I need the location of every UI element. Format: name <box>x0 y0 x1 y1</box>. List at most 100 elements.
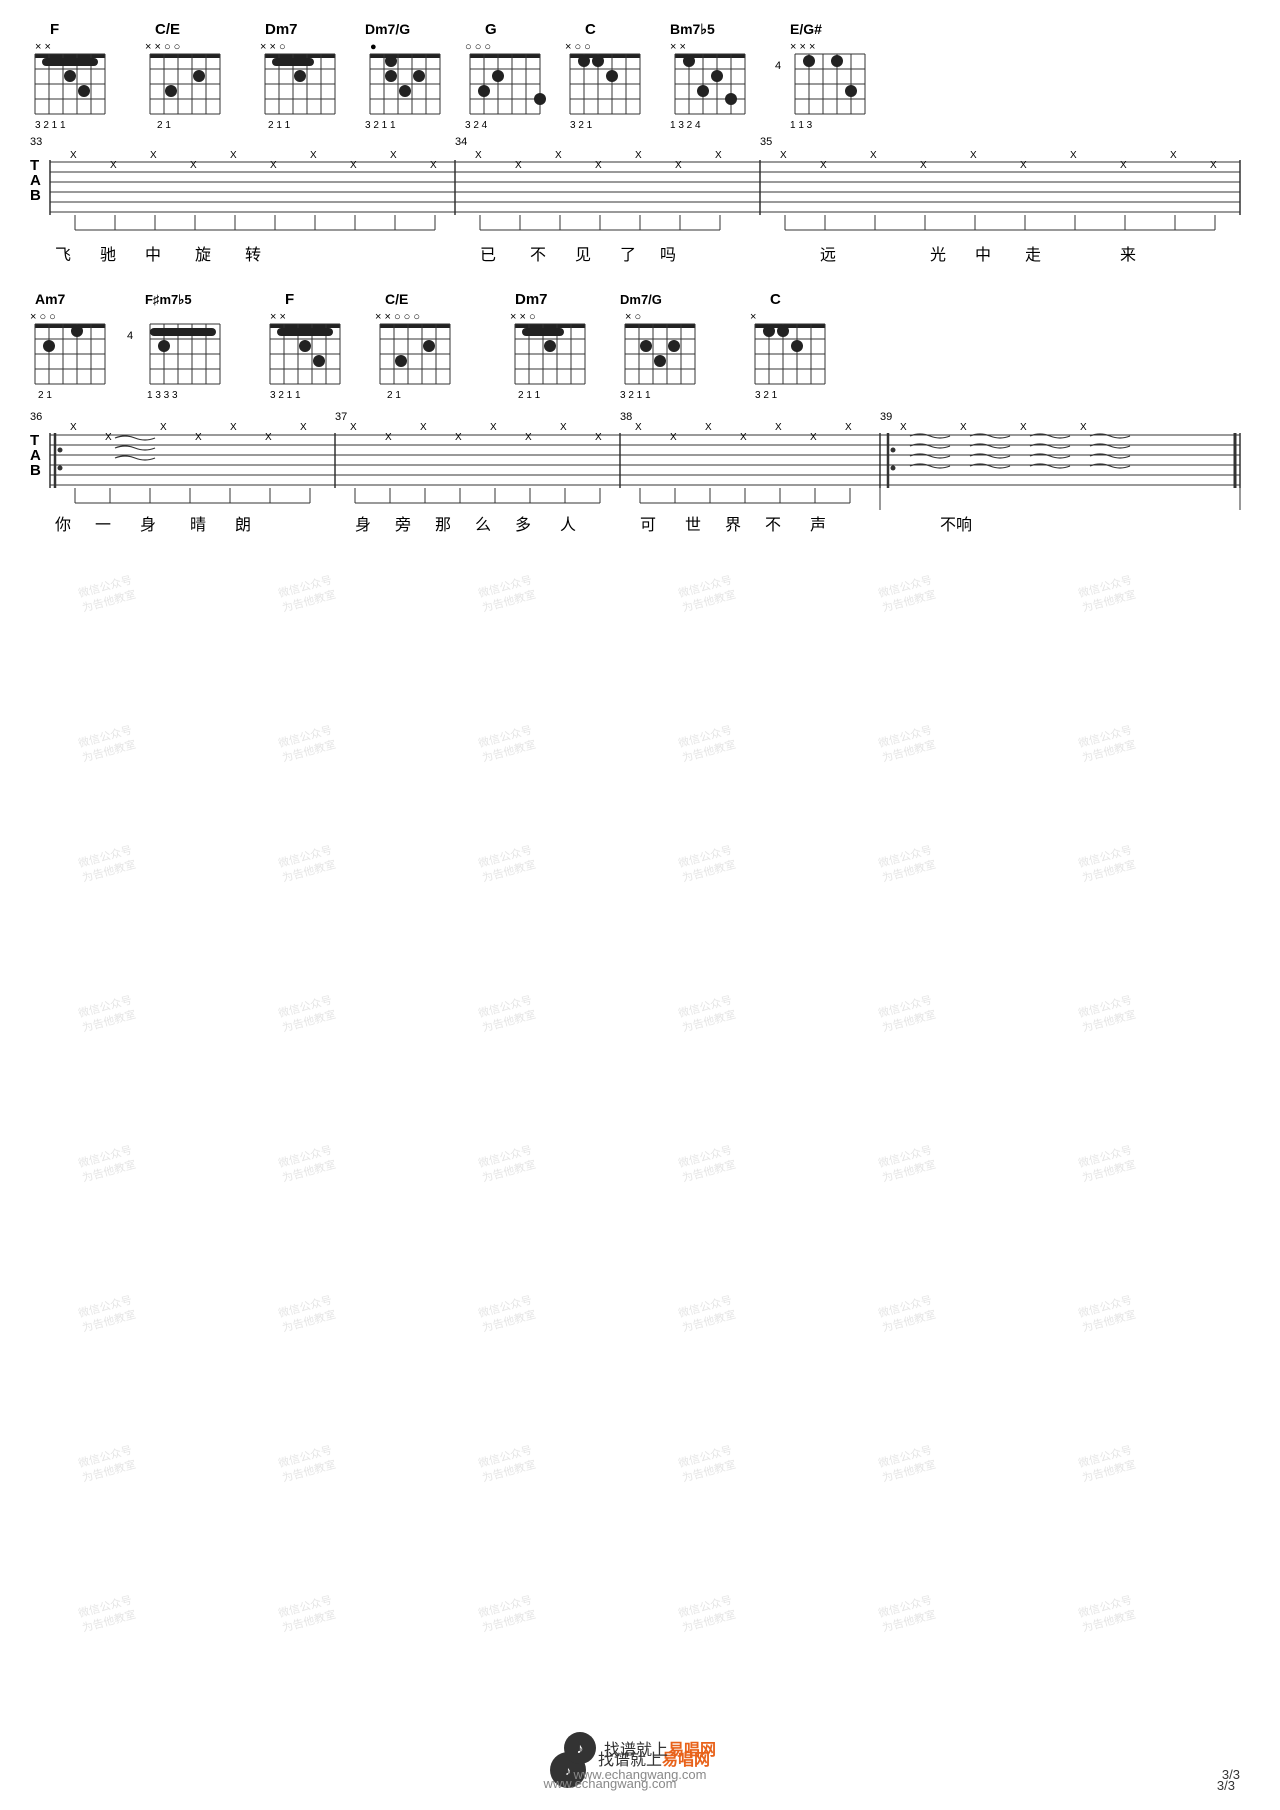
svg-text:中: 中 <box>975 246 991 264</box>
svg-text:X: X <box>1210 160 1217 171</box>
chord-f-2: F × × 3 2 1 1 <box>270 291 340 401</box>
svg-text:X: X <box>525 432 532 443</box>
svg-text:B: B <box>30 187 41 204</box>
svg-text:X: X <box>740 432 747 443</box>
measure-33: 33 <box>30 136 42 148</box>
svg-text:X: X <box>110 160 117 171</box>
svg-text:X: X <box>195 432 202 443</box>
svg-text:X: X <box>350 160 357 171</box>
svg-text:X: X <box>780 150 787 161</box>
svg-text:X: X <box>390 150 397 161</box>
svg-text:●: ● <box>370 41 377 53</box>
svg-text:旁: 旁 <box>395 516 411 534</box>
svg-text:C: C <box>585 21 596 38</box>
svg-text:× ×: × × <box>35 41 51 53</box>
svg-text:一: 一 <box>95 517 111 534</box>
svg-text:X: X <box>160 422 167 433</box>
svg-text:晴: 晴 <box>190 516 206 534</box>
svg-text:X: X <box>455 432 462 443</box>
svg-text:身: 身 <box>355 516 371 534</box>
svg-text:见: 见 <box>575 247 591 264</box>
svg-text:Dm7: Dm7 <box>265 21 298 38</box>
svg-text:3 2 1: 3 2 1 <box>755 390 778 401</box>
svg-text:36: 36 <box>30 411 42 423</box>
svg-text:人: 人 <box>560 516 576 534</box>
svg-text:世: 世 <box>685 516 701 534</box>
svg-text:Am7: Am7 <box>35 291 66 307</box>
page-num-div: 3/3 <box>1222 1767 1240 1782</box>
footer-icon: ♪ <box>564 1732 596 1764</box>
svg-text:× × ○ ○ ○: × × ○ ○ ○ <box>375 311 420 323</box>
svg-text:2 1: 2 1 <box>38 390 52 401</box>
svg-text:X: X <box>475 150 482 161</box>
svg-text:X: X <box>430 160 437 171</box>
chord-c: C × ○ ○ 3 2 1 <box>565 21 640 131</box>
svg-text:4: 4 <box>775 60 781 72</box>
chord-f#m7b5: F♯m7♭5 4 1 3 3 3 <box>127 292 220 401</box>
svg-text:× × ○: × × ○ <box>260 41 286 53</box>
chord-f: F × × 3 2 1 1 <box>35 21 105 131</box>
svg-text:B: B <box>30 462 41 479</box>
chord-eg#: E/G# × × × 4 1 1 3 <box>775 21 865 131</box>
measure-34: 34 <box>455 136 467 148</box>
svg-text:X: X <box>715 150 722 161</box>
svg-text:3 2 1 1: 3 2 1 1 <box>270 390 301 401</box>
svg-text:走: 走 <box>1025 246 1041 264</box>
svg-text:C: C <box>770 291 781 308</box>
svg-text:转: 转 <box>245 246 261 264</box>
svg-text:Dm7: Dm7 <box>515 291 548 308</box>
svg-text:么: 么 <box>475 516 491 534</box>
svg-text:来: 来 <box>1120 246 1136 264</box>
svg-text:X: X <box>1120 160 1127 171</box>
svg-text:X: X <box>555 150 562 161</box>
chord-ce-2: C/E × × ○ ○ ○ 2 1 <box>375 291 450 401</box>
svg-text:G: G <box>485 21 497 38</box>
svg-text:X: X <box>560 422 567 433</box>
svg-text:你: 你 <box>55 516 71 534</box>
svg-text:3 2 1 1: 3 2 1 1 <box>620 390 651 401</box>
svg-text:× × ○ ○: × × ○ ○ <box>145 41 180 53</box>
svg-text:× × ×: × × × <box>790 41 815 53</box>
measure-35: 35 <box>760 136 772 148</box>
chord-dm7: Dm7 × × ○ 2 1 1 <box>260 21 335 131</box>
svg-text:X: X <box>635 422 642 433</box>
svg-text:3 2 1 1: 3 2 1 1 <box>365 120 396 131</box>
svg-text:X: X <box>900 422 907 433</box>
svg-text:X: X <box>1070 150 1077 161</box>
footer-brand: 易唱网 <box>668 1742 716 1759</box>
svg-text:E/G#: E/G# <box>790 21 822 37</box>
svg-text:Dm7/G: Dm7/G <box>365 21 410 37</box>
svg-text:39: 39 <box>880 411 892 423</box>
svg-text:X: X <box>775 422 782 433</box>
svg-text:2 1: 2 1 <box>387 390 401 401</box>
main-score: F × × 3 2 1 1 C/E × × ○ ○ <box>0 0 1280 1810</box>
svg-text:可: 可 <box>640 517 656 534</box>
svg-text:X: X <box>970 150 977 161</box>
svg-text:X: X <box>595 432 602 443</box>
svg-text:3 2 1 1: 3 2 1 1 <box>35 120 66 131</box>
svg-text:X: X <box>230 422 237 433</box>
chord-c-2: C × 3 2 1 <box>750 291 825 401</box>
svg-text:× × ○: × × ○ <box>510 311 536 323</box>
svg-text:声: 声 <box>810 516 826 534</box>
svg-text:旋: 旋 <box>195 246 211 264</box>
svg-text:X: X <box>310 150 317 161</box>
chord-am7: Am7 × ○ ○ 2 1 <box>30 291 105 401</box>
svg-text:2 1 1: 2 1 1 <box>268 120 291 131</box>
svg-text:界: 界 <box>725 516 741 534</box>
svg-text:X: X <box>385 432 392 443</box>
svg-text:F: F <box>50 21 59 38</box>
svg-text:1 3 2 4: 1 3 2 4 <box>670 120 701 131</box>
svg-text:X: X <box>1020 422 1027 433</box>
svg-text:X: X <box>230 150 237 161</box>
svg-text:X: X <box>960 422 967 433</box>
svg-text:了: 了 <box>620 247 636 264</box>
chord-dm7g: Dm7/G ● 3 2 1 1 <box>365 21 440 131</box>
svg-text:X: X <box>270 160 277 171</box>
svg-text:X: X <box>870 150 877 161</box>
svg-text:吗: 吗 <box>660 246 676 264</box>
svg-text:远: 远 <box>820 246 836 264</box>
svg-text:不: 不 <box>530 247 546 264</box>
svg-text:37: 37 <box>335 411 347 423</box>
svg-text:X: X <box>515 160 522 171</box>
